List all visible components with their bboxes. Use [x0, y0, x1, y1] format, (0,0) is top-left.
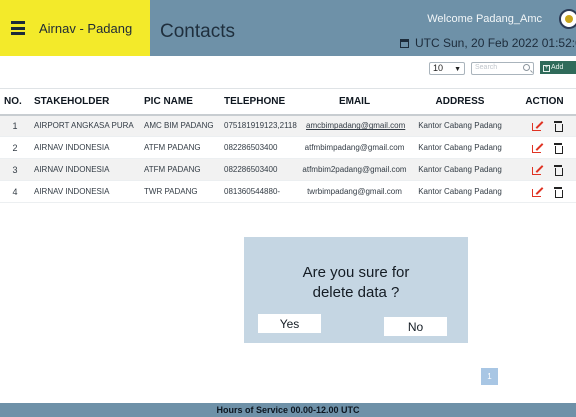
cell-stakeholder: AIRNAV INDONESIA: [30, 136, 140, 159]
cell-address: Kantor Cabang Padang: [407, 136, 513, 159]
cell-telephone: 075181919123,2118: [220, 114, 302, 137]
col-header-pic-name[interactable]: PIC NAME: [140, 88, 220, 116]
cell-email: atfmbim2padang@gmail.com: [302, 158, 407, 181]
cell-actions: [513, 114, 576, 137]
dialog-message-line1: Are you sure for: [302, 264, 410, 281]
trash-icon[interactable]: [553, 142, 563, 154]
cell-address: Kantor Cabang Padang: [407, 158, 513, 181]
cell-no: 2: [0, 136, 30, 159]
cell-actions: [513, 158, 576, 181]
welcome-text: Welcome Padang_Amc: [427, 13, 542, 25]
cell-actions: [513, 180, 576, 203]
table-row: 2 AIRNAV INDONESIA ATFM PADANG 082286503…: [0, 136, 576, 159]
footer: Hours of Service 00.00-12.00 UTC: [0, 403, 576, 417]
dialog-message-line2: delete data ?: [312, 284, 400, 301]
avatar-logo-icon[interactable]: [559, 9, 576, 29]
confirm-no-button[interactable]: No: [384, 317, 447, 336]
search-icon: [523, 64, 530, 71]
add-button-label: Add: [551, 64, 564, 71]
edit-icon[interactable]: [531, 165, 542, 175]
cell-telephone: 082286503400: [220, 136, 302, 159]
add-button[interactable]: + Add: [540, 61, 576, 74]
cell-email: atfmbimpadang@gmail.com: [302, 136, 407, 159]
cell-pic-name: TWR PADANG: [140, 180, 220, 203]
entries-select[interactable]: 10 ▼: [429, 62, 465, 75]
confirm-yes-button[interactable]: Yes: [258, 314, 321, 333]
page-title: Contacts: [160, 21, 235, 42]
cell-address: Kantor Cabang Padang: [407, 180, 513, 203]
email-link[interactable]: amcbimpadang@gmail.com: [306, 121, 405, 130]
table-row: 4 AIRNAV INDONESIA TWR PADANG 0813605448…: [0, 180, 576, 203]
cell-actions: [513, 136, 576, 159]
edit-icon[interactable]: [531, 187, 542, 197]
table-row: 3 AIRNAV INDONESIA ATFM PADANG 082286503…: [0, 158, 576, 181]
top-header: Airnav - Padang Contacts Welcome Padang_…: [0, 0, 576, 56]
cell-no: 3: [0, 158, 30, 181]
cell-address: Kantor Cabang Padang: [407, 114, 513, 137]
add-icon: +: [543, 65, 550, 72]
col-header-address[interactable]: ADDRESS: [407, 88, 513, 116]
chevron-down-icon: ▼: [454, 66, 461, 73]
page: Airnav - Padang Contacts Welcome Padang_…: [0, 0, 576, 417]
cell-stakeholder: AIRNAV INDONESIA: [30, 180, 140, 203]
search-placeholder: Search: [475, 64, 498, 71]
col-header-email[interactable]: EMAIL: [302, 88, 407, 116]
dialog-message: Are you sure for delete data ?: [244, 263, 468, 303]
cell-email: twrbimpadang@gmail.com: [302, 180, 407, 203]
trash-icon[interactable]: [553, 120, 563, 132]
cell-stakeholder: AIRPORT ANGKASA PURA: [30, 114, 140, 137]
utc-datetime: UTC Sun, 20 Feb 2022 01:52:0: [400, 36, 576, 50]
edit-icon[interactable]: [531, 143, 542, 153]
table-header-row: NO. STAKEHOLDER PIC NAME TELEPHONE EMAIL…: [0, 88, 576, 116]
calendar-icon: [400, 39, 409, 48]
cell-email: amcbimpadang@gmail.com: [302, 114, 407, 137]
utc-datetime-text: UTC Sun, 20 Feb 2022 01:52:0: [415, 36, 576, 50]
hamburger-menu-icon[interactable]: [11, 21, 25, 35]
cell-telephone: 082286503400: [220, 158, 302, 181]
contacts-table: NO. STAKEHOLDER PIC NAME TELEPHONE EMAIL…: [0, 88, 576, 203]
footer-text: Hours of Service 00.00-12.00 UTC: [216, 405, 360, 415]
cell-pic-name: AMC BIM PADANG: [140, 114, 220, 137]
trash-icon[interactable]: [553, 186, 563, 198]
edit-icon[interactable]: [531, 121, 542, 131]
cell-no: 1: [0, 114, 30, 137]
search-input[interactable]: Search: [471, 62, 534, 75]
entries-value: 10: [433, 63, 444, 73]
brand-name: Airnav - Padang: [39, 21, 133, 36]
cell-telephone: 081360544880-: [220, 180, 302, 203]
col-header-action: ACTION: [513, 88, 576, 116]
col-header-telephone[interactable]: TELEPHONE: [220, 88, 302, 116]
trash-icon[interactable]: [553, 164, 563, 176]
cell-stakeholder: AIRNAV INDONESIA: [30, 158, 140, 181]
brand-block: Airnav - Padang: [0, 0, 150, 56]
col-header-stakeholder[interactable]: STAKEHOLDER: [30, 88, 140, 116]
cell-no: 4: [0, 180, 30, 203]
cell-pic-name: ATFM PADANG: [140, 136, 220, 159]
col-header-no[interactable]: NO.: [0, 88, 30, 116]
table-row: 1 AIRPORT ANGKASA PURA AMC BIM PADANG 07…: [0, 114, 576, 137]
pagination-page-1[interactable]: 1: [481, 368, 498, 385]
cell-pic-name: ATFM PADANG: [140, 158, 220, 181]
